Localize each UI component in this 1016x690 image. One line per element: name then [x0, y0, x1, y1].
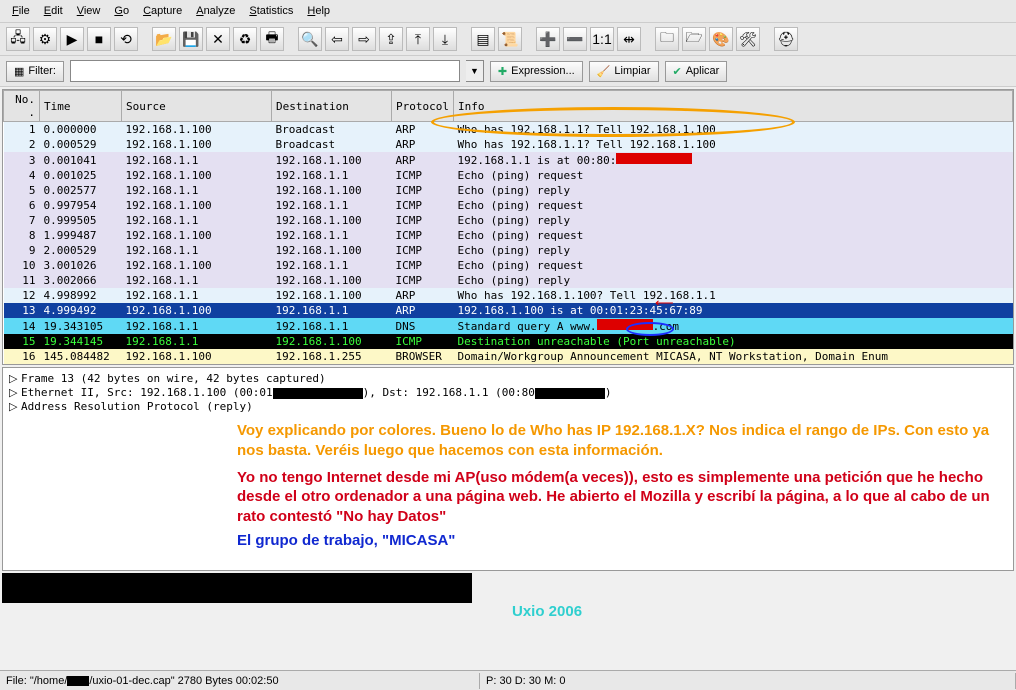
table-row[interactable]: 134.999492192.168.1.100192.168.1.1ARP192… — [4, 303, 1013, 318]
table-row[interactable]: 1519.344145192.168.1.1192.168.1.100ICMPD… — [4, 334, 1013, 349]
status-packets: P: 30 D: 30 M: 0 — [480, 673, 1016, 689]
menubar: FileEditViewGoCaptureAnalyzeStatisticsHe… — [0, 0, 1016, 23]
table-row[interactable]: 10.000000192.168.1.100BroadcastARPWho ha… — [4, 122, 1013, 138]
hex-pane-redacted — [2, 573, 472, 603]
expression-button[interactable]: ✚ Expression... — [490, 61, 583, 82]
table-row[interactable]: 124.998992192.168.1.1192.168.1.100ARPWho… — [4, 288, 1013, 303]
tb-colorize[interactable]: ▤ — [471, 27, 495, 51]
menu-go[interactable]: Go — [108, 3, 135, 19]
annotation-uxio: Uxio 2006 — [512, 603, 582, 620]
col-destination[interactable]: Destination — [272, 91, 392, 122]
tb-open[interactable]: 📂 — [152, 27, 176, 51]
tb-autoscroll[interactable]: 📜 — [498, 27, 522, 51]
main-toolbar: 🖧 ⚙ ▶ ■ ⟲ 📂 💾 ✕ ♻ 🖶 🔍 ⇦ ⇨ ⇪ ⤒ ⤓ ▤ 📜 ➕ ➖ … — [0, 23, 1016, 56]
tb-find[interactable]: 🔍 — [298, 27, 322, 51]
filter-toolbar: ▦ Filter: ▼ ✚ Expression... 🧹 Limpiar ✔ … — [0, 56, 1016, 87]
menu-file[interactable]: File — [6, 3, 36, 19]
tb-goback[interactable]: ⇦ — [325, 27, 349, 51]
menu-analyze[interactable]: Analyze — [190, 3, 241, 19]
tb-coloring[interactable]: 🎨 — [709, 27, 733, 51]
tb-zoomout[interactable]: ➖ — [563, 27, 587, 51]
table-row[interactable]: 70.999505192.168.1.1192.168.1.100ICMPEch… — [4, 213, 1013, 228]
tb-options[interactable]: ⚙ — [33, 27, 57, 51]
detail-ethernet[interactable]: ▷Ethernet II, Src: 192.168.1.100 (00:01)… — [9, 386, 1007, 399]
apply-button[interactable]: ✔ Aplicar — [665, 61, 728, 82]
table-row[interactable]: 16145.084482192.168.1.100192.168.1.255BR… — [4, 349, 1013, 364]
tb-interfaces[interactable]: 🖧 — [6, 27, 30, 51]
menu-statistics[interactable]: Statistics — [243, 3, 299, 19]
packet-table: No. .TimeSourceDestinationProtocolInfo 1… — [3, 90, 1013, 365]
table-row[interactable]: 60.997954192.168.1.100192.168.1.1ICMPEch… — [4, 198, 1013, 213]
table-row[interactable]: 113.002066192.168.1.1192.168.1.100ICMPEc… — [4, 273, 1013, 288]
tb-close[interactable]: ✕ — [206, 27, 230, 51]
col-no[interactable]: No. . — [4, 91, 40, 122]
tb-restart[interactable]: ⟲ — [114, 27, 138, 51]
detail-arp[interactable]: ▷Address Resolution Protocol (reply) — [9, 400, 1007, 413]
tb-reload[interactable]: ♻ — [233, 27, 257, 51]
table-row[interactable]: 20.000529192.168.1.100BroadcastARPWho ha… — [4, 137, 1013, 152]
annotation-orange: Voy explicando por colores. Bueno lo de … — [237, 421, 1005, 462]
filter-label-btn[interactable]: ▦ Filter: — [6, 61, 64, 82]
annotation-blue: El grupo de trabajo, "MICASA" — [237, 532, 1005, 549]
tb-save[interactable]: 💾 — [179, 27, 203, 51]
tb-zoomin[interactable]: ➕ — [536, 27, 560, 51]
col-protocol[interactable]: Protocol — [392, 91, 454, 122]
detail-frame[interactable]: ▷Frame 13 (42 bytes on wire, 42 bytes ca… — [9, 372, 1007, 385]
table-row[interactable]: 30.001041192.168.1.1192.168.1.100ARP192.… — [4, 152, 1013, 168]
tb-gofwd[interactable]: ⇨ — [352, 27, 376, 51]
filter-input[interactable] — [70, 60, 460, 82]
annotation-red: Yo no tengo Internet desde mi AP(uso mód… — [237, 468, 1005, 527]
packet-list-pane[interactable]: No. .TimeSourceDestinationProtocolInfo 1… — [2, 89, 1014, 365]
status-bar: File: "/home//uxio-01-dec.cap" 2780 Byte… — [0, 670, 1016, 690]
tb-print[interactable]: 🖶 — [260, 27, 284, 51]
tb-help[interactable]: ⛑ — [774, 27, 798, 51]
status-file: File: "/home//uxio-01-dec.cap" 2780 Byte… — [0, 673, 480, 689]
table-row[interactable]: 50.002577192.168.1.1192.168.1.100ICMPEch… — [4, 183, 1013, 198]
menu-capture[interactable]: Capture — [137, 3, 188, 19]
tb-prefs[interactable]: 🛠 — [736, 27, 760, 51]
tb-goto[interactable]: ⇪ — [379, 27, 403, 51]
clear-button[interactable]: 🧹 Limpiar — [589, 61, 659, 82]
tb-first[interactable]: ⤒ — [406, 27, 430, 51]
tb-dispfilters[interactable]: 🗁 — [682, 27, 706, 51]
menu-view[interactable]: View — [71, 3, 107, 19]
tb-last[interactable]: ⤓ — [433, 27, 457, 51]
packet-detail-pane[interactable]: ▷Frame 13 (42 bytes on wire, 42 bytes ca… — [2, 367, 1014, 571]
col-source[interactable]: Source — [122, 91, 272, 122]
menu-help[interactable]: Help — [301, 3, 336, 19]
filter-label: Filter: — [28, 65, 56, 77]
table-row[interactable]: 40.001025192.168.1.100192.168.1.1ICMPEch… — [4, 168, 1013, 183]
filter-icon: ▦ — [14, 65, 24, 78]
table-row[interactable]: 81.999487192.168.1.100192.168.1.1ICMPEch… — [4, 228, 1013, 243]
filter-dropdown[interactable]: ▼ — [466, 60, 484, 82]
menu-edit[interactable]: Edit — [38, 3, 69, 19]
tb-capfilters[interactable]: 🗀 — [655, 27, 679, 51]
table-row[interactable]: 103.001026192.168.1.100192.168.1.1ICMPEc… — [4, 258, 1013, 273]
tb-stop[interactable]: ■ — [87, 27, 111, 51]
table-row[interactable]: 1419.343105192.168.1.1192.168.1.1DNSStan… — [4, 318, 1013, 334]
col-time[interactable]: Time — [40, 91, 122, 122]
table-row[interactable]: 17145.084494192.168.1.100192.168.1.255BR… — [4, 364, 1013, 365]
tb-start[interactable]: ▶ — [60, 27, 84, 51]
table-row[interactable]: 92.000529192.168.1.1192.168.1.100ICMPEch… — [4, 243, 1013, 258]
tb-resize[interactable]: ⇹ — [617, 27, 641, 51]
tb-zoom100[interactable]: 1:1 — [590, 27, 614, 51]
col-info[interactable]: Info — [453, 91, 1012, 122]
